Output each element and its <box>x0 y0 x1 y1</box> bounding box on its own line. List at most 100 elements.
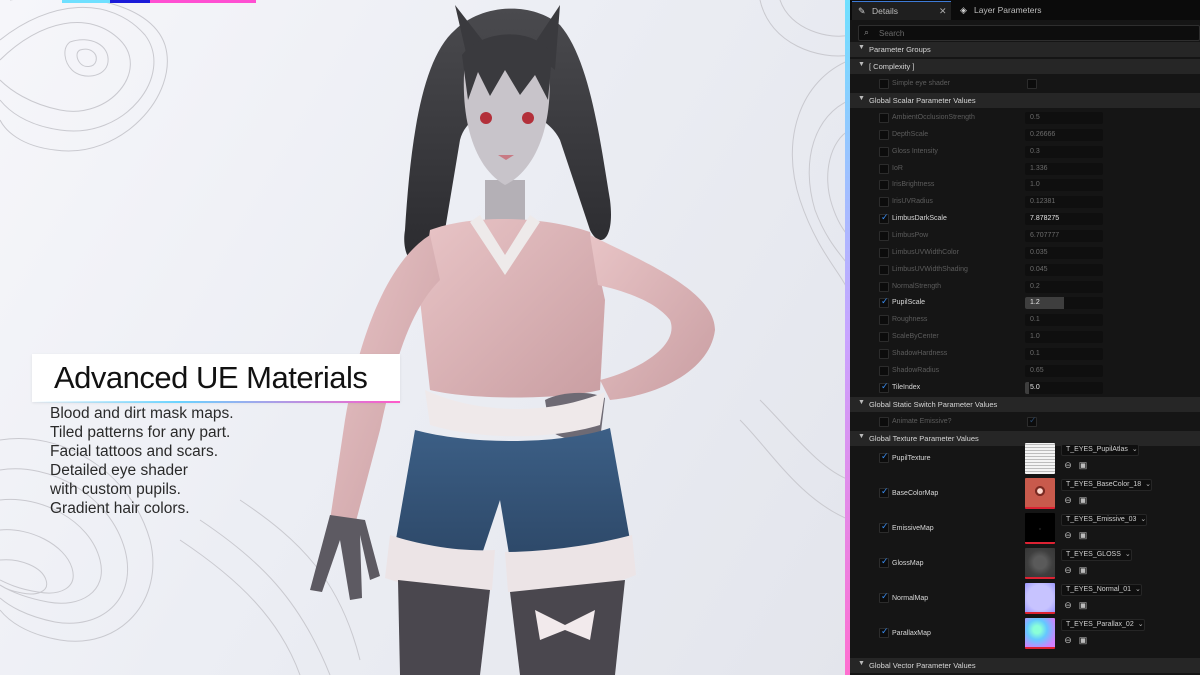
scalar-row: LimbusUVWidthShading 0.045 <box>850 262 1200 278</box>
section-header[interactable]: ▼ Parameter Groups <box>850 42 1200 57</box>
texture-asset-dropdown[interactable]: T_EYES_PupilAtlas ⌄ <box>1061 444 1139 457</box>
texture-asset-dropdown[interactable]: T_EYES_Normal_01 ⌄ <box>1061 584 1142 597</box>
close-icon[interactable]: ✕ <box>939 2 947 21</box>
arrow-left-circle-icon[interactable]: ⊖ <box>1063 635 1073 645</box>
arrow-left-circle-icon[interactable]: ⊖ <box>1063 460 1073 470</box>
override-checkbox[interactable] <box>879 332 889 343</box>
browse-folder-icon[interactable]: ▣ <box>1078 600 1088 610</box>
texture-thumbnail[interactable] <box>1025 513 1055 545</box>
texture-asset-dropdown[interactable]: T_EYES_BaseColor_18 ⌄ <box>1061 479 1152 492</box>
override-checkbox[interactable] <box>879 230 889 241</box>
override-checkbox[interactable] <box>879 486 889 499</box>
override-checkbox[interactable] <box>879 626 889 639</box>
feature-item: Tiled patterns for any part. <box>50 424 231 441</box>
scalar-value-input[interactable]: 0.2 <box>1025 280 1103 293</box>
param-name: IoR <box>892 164 903 172</box>
browse-folder-icon[interactable]: ▣ <box>1078 460 1088 470</box>
scalar-value-input[interactable]: 0.26666 <box>1025 128 1103 141</box>
chevron-down-icon[interactable]: ▼ <box>858 660 865 667</box>
override-checkbox[interactable] <box>879 296 889 309</box>
browse-folder-icon[interactable]: ▣ <box>1078 635 1088 645</box>
scalar-row: DepthScale 0.26666 <box>850 127 1200 143</box>
section-header[interactable]: ▼ [ Complexity ] <box>850 59 1200 74</box>
section-header[interactable]: ▼ Global Vector Parameter Values <box>850 658 1200 673</box>
promo-title: Advanced UE Materials <box>54 360 368 395</box>
tab-details[interactable]: ✎ Details ✕ <box>852 1 951 20</box>
texture-thumbnail[interactable] <box>1025 548 1055 580</box>
arrow-left-circle-icon[interactable]: ⊖ <box>1063 530 1073 540</box>
override-checkbox[interactable] <box>879 451 889 464</box>
scalar-value-input[interactable]: 1.2 <box>1025 297 1103 310</box>
override-checkbox[interactable] <box>879 556 889 569</box>
arrow-left-circle-icon[interactable]: ⊖ <box>1063 495 1073 505</box>
texture-thumbnail[interactable] <box>1025 478 1055 510</box>
scalar-value-input[interactable]: 0.1 <box>1025 347 1103 360</box>
override-checkbox[interactable] <box>879 417 889 428</box>
scalar-value-input[interactable]: 0.5 <box>1025 112 1103 124</box>
scalar-value-input[interactable]: 0.1 <box>1025 314 1103 327</box>
override-checkbox[interactable] <box>879 197 889 208</box>
override-checkbox[interactable] <box>879 521 889 534</box>
switch-value-checkbox[interactable] <box>1027 79 1037 89</box>
chevron-down-icon[interactable]: ▼ <box>858 433 865 440</box>
override-checkbox[interactable] <box>879 381 889 393</box>
scalar-value-input[interactable]: 0.65 <box>1025 364 1103 377</box>
texture-row: ParallaxMap T_EYES_Parallax_02⌄ ⊖ ▣ <box>850 616 1200 651</box>
override-checkbox[interactable] <box>879 247 889 258</box>
tab-layer-parameters[interactable]: ◈ Layer Parameters <box>954 1 1074 20</box>
texture-thumbnail[interactable] <box>1025 443 1055 475</box>
override-checkbox[interactable] <box>879 180 889 191</box>
chevron-down-icon: ⌄ <box>1145 481 1151 489</box>
texture-asset-dropdown[interactable]: T_EYES_GLOSS ⌄ <box>1061 549 1132 562</box>
scalar-value-input[interactable]: 0.3 <box>1025 145 1103 158</box>
param-name: PupilTexture <box>892 455 931 463</box>
scalar-value-input[interactable]: 5.0 <box>1025 381 1103 394</box>
chevron-down-icon[interactable]: ▼ <box>858 95 865 102</box>
override-checkbox[interactable] <box>879 281 889 292</box>
scalar-row: IrisBrightness 1.0 <box>850 177 1200 193</box>
search-input[interactable] <box>879 27 1197 40</box>
browse-folder-icon[interactable]: ▣ <box>1078 495 1088 505</box>
scalar-value: 0.26666 <box>1030 130 1056 138</box>
chevron-down-icon[interactable]: ▼ <box>858 399 865 406</box>
override-checkbox[interactable] <box>879 315 889 326</box>
scalar-value-input[interactable]: 0.045 <box>1025 263 1103 276</box>
chevron-down-icon[interactable]: ▼ <box>858 44 865 51</box>
param-name: ParallaxMap <box>892 630 931 638</box>
param-name: IrisBrightness <box>892 181 935 189</box>
texture-thumbnail[interactable] <box>1025 618 1055 650</box>
scalar-value-input[interactable]: 0.035 <box>1025 246 1103 259</box>
param-name: Animate Emissive? <box>892 418 952 426</box>
override-checkbox[interactable] <box>879 146 889 157</box>
title-card: Advanced UE Materials <box>32 354 400 403</box>
texture-row: EmissiveMap T_EYES_Emissive_03⌄ ⊖ ▣ <box>850 511 1200 546</box>
scalar-value-input[interactable]: 0.12381 <box>1025 196 1103 209</box>
override-checkbox[interactable] <box>879 212 889 225</box>
section-header[interactable]: ▼ Global Scalar Parameter Values <box>850 93 1200 108</box>
arrow-left-circle-icon[interactable]: ⊖ <box>1063 565 1073 575</box>
override-checkbox[interactable] <box>879 163 889 174</box>
scalar-value-input[interactable]: 1.336 <box>1025 162 1103 175</box>
override-checkbox[interactable] <box>879 113 889 123</box>
override-checkbox[interactable] <box>879 348 889 359</box>
chevron-down-icon[interactable]: ▼ <box>858 61 865 68</box>
override-checkbox[interactable] <box>879 365 889 376</box>
arrow-left-circle-icon[interactable]: ⊖ <box>1063 600 1073 610</box>
override-checkbox[interactable] <box>879 591 889 604</box>
scalar-value-input[interactable]: 1.0 <box>1025 179 1103 192</box>
switch-row: Simple eye shader <box>850 76 1200 92</box>
override-checkbox[interactable] <box>879 79 889 89</box>
section-header[interactable]: ▼ Global Static Switch Parameter Values <box>850 397 1200 413</box>
scalar-value: 0.12381 <box>1030 198 1056 206</box>
scalar-value-input[interactable]: 1.0 <box>1025 331 1103 344</box>
texture-asset-dropdown[interactable]: T_EYES_Emissive_03 ⌄ <box>1061 514 1148 527</box>
switch-value-checkbox[interactable] <box>1027 415 1037 428</box>
scalar-value-input[interactable]: 6.707777 <box>1025 229 1103 242</box>
override-checkbox[interactable] <box>879 129 889 140</box>
texture-thumbnail[interactable] <box>1025 583 1055 615</box>
browse-folder-icon[interactable]: ▣ <box>1078 565 1088 575</box>
scalar-value-input[interactable]: 7.878275 <box>1025 213 1103 226</box>
texture-asset-dropdown[interactable]: T_EYES_Parallax_02 ⌄ <box>1061 619 1145 632</box>
override-checkbox[interactable] <box>879 264 889 275</box>
browse-folder-icon[interactable]: ▣ <box>1078 530 1088 540</box>
